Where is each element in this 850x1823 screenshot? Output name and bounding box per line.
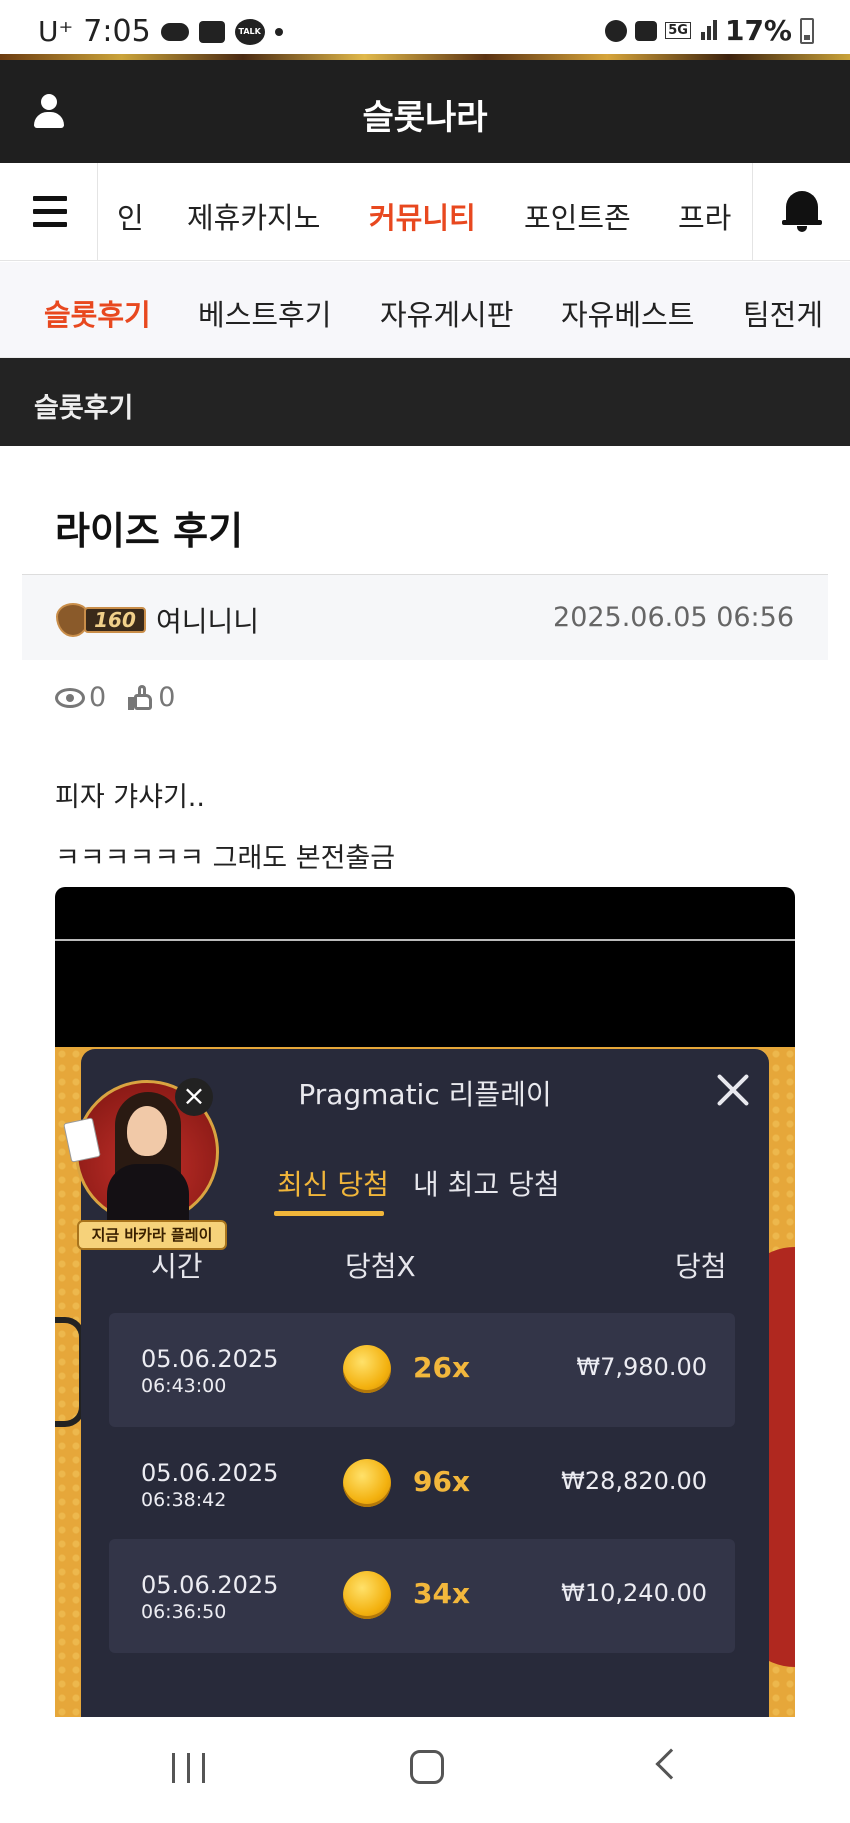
cloud-icon <box>160 22 189 41</box>
post-date: 2025.06.05 06:56 <box>553 602 794 633</box>
network-label: 5G <box>665 22 691 39</box>
row-amount: ₩7,980.00 <box>576 1353 707 1381</box>
promo-close-icon: × <box>175 1078 213 1116</box>
baccarat-promo: × 지금 바카라 플레이 <box>63 1078 227 1270</box>
home-icon[interactable] <box>410 1750 444 1784</box>
board-title-bar: 슬롯후기 <box>0 358 850 446</box>
sub-nav-team-board[interactable]: 팀전게 <box>743 292 823 334</box>
nav-item-community[interactable]: 커뮤니티 <box>369 195 476 237</box>
board-title: 슬롯후기 <box>34 393 134 424</box>
level-badge: 160 <box>56 603 148 637</box>
row-amount: ₩28,820.00 <box>561 1467 707 1495</box>
coin-icon <box>343 1459 391 1507</box>
recent-apps-icon[interactable] <box>172 1753 208 1783</box>
signal-icon <box>699 14 717 47</box>
column-win: 당첨 <box>675 1250 727 1283</box>
eye-icon <box>55 687 85 708</box>
notification-dot-icon <box>274 27 283 36</box>
main-nav-items: 인 제휴카지노 커뮤니티 포인트존 프라 <box>99 163 751 261</box>
alarm-icon <box>605 19 628 42</box>
carrier-label: U⁺ <box>38 15 74 48</box>
coin-icon <box>343 1345 391 1393</box>
close-icon <box>713 1069 753 1109</box>
row-date: 05.06.2025 <box>141 1345 279 1373</box>
hamburger-menu-button[interactable] <box>0 163 98 261</box>
nav-item-partner-casino[interactable]: 제휴카지노 <box>187 195 320 237</box>
coin-icon <box>343 1571 391 1619</box>
site-header: 슬롯나라 <box>0 60 850 163</box>
android-nav-bar <box>0 1717 850 1823</box>
sub-nav-best-review[interactable]: 베스트후기 <box>198 292 331 334</box>
post-title: 라이즈 후기 <box>55 509 244 553</box>
gallery-icon <box>198 20 225 43</box>
row-multiplier: 34x <box>413 1577 471 1610</box>
row-multiplier: 26x <box>413 1351 471 1384</box>
nav-item-point-zone[interactable]: 포인트존 <box>524 195 631 237</box>
kakaotalk-icon: TALK <box>234 18 265 45</box>
row-date: 05.06.2025 <box>141 1459 279 1487</box>
battery-icon <box>800 17 814 44</box>
tab-underline <box>274 1211 384 1216</box>
sub-nav: 슬롯후기 베스트후기 자유게시판 자유베스트 팀전게 <box>0 262 850 358</box>
nav-item-partial-right[interactable]: 프라 <box>678 195 731 237</box>
author-name[interactable]: 여니니니 <box>156 600 259 640</box>
main-nav: 인 제휴카지노 커뮤니티 포인트존 프라 <box>0 163 850 261</box>
post-meta: 160 여니니니 2025.06.05 06:56 <box>22 575 828 660</box>
site-title[interactable]: 슬롯나라 <box>0 90 850 139</box>
row-amount: ₩10,240.00 <box>561 1579 707 1607</box>
likes-stat[interactable]: 0 <box>128 682 175 713</box>
battery-label: 17% <box>724 14 792 47</box>
views-stat: 0 <box>55 682 106 713</box>
status-bar: U⁺ 7:05 TALK 5G 17% <box>0 0 850 60</box>
table-row: 05.06.2025 06:38:42 96x ₩28,820.00 <box>109 1427 735 1541</box>
sub-nav-free-board[interactable]: 자유게시판 <box>380 292 513 334</box>
tab-latest-wins: 최신 당첨 <box>277 1168 389 1201</box>
views-count: 0 <box>89 682 107 713</box>
image-top-line <box>55 939 795 941</box>
status-left: U⁺ 7:05 TALK <box>38 14 283 49</box>
status-right: 5G 17% <box>605 14 814 47</box>
row-time: 06:43:00 <box>141 1375 227 1397</box>
sub-nav-free-best[interactable]: 자유베스트 <box>561 292 694 334</box>
nav-item-partial-left[interactable]: 인 <box>117 195 144 237</box>
table-row: 05.06.2025 06:36:50 34x ₩10,240.00 <box>109 1539 735 1653</box>
tab-my-best-wins: 내 최고 당첨 <box>413 1168 560 1201</box>
promo-label: 지금 바카라 플레이 <box>77 1220 227 1250</box>
post-image[interactable]: Pragmatic 리플레이 최신 당첨 내 최고 당첨 시간 당첨X 당첨 0… <box>55 887 795 1717</box>
back-icon[interactable] <box>655 1748 687 1780</box>
post-stats: 0 0 <box>55 682 175 713</box>
row-date: 05.06.2025 <box>141 1571 279 1599</box>
row-time: 06:38:42 <box>141 1489 227 1511</box>
row-multiplier: 96x <box>413 1465 471 1498</box>
row-time: 06:36:50 <box>141 1601 227 1623</box>
thumbs-up-icon[interactable] <box>128 684 154 711</box>
post-body-line-2: ㅋㅋㅋㅋㅋㅋ 그래도 본전출금 <box>55 843 396 874</box>
bell-icon[interactable] <box>752 163 850 261</box>
likes-count: 0 <box>158 682 176 713</box>
clock: 7:05 <box>83 14 151 49</box>
level-number: 160 <box>84 607 146 633</box>
mute-icon <box>635 20 658 41</box>
column-multiplier: 당첨X <box>345 1250 416 1283</box>
post-body-line-1: 피자 갸샤기.. <box>55 782 205 813</box>
app-screen: U⁺ 7:05 TALK 5G 17% 슬롯나라 인 제휴카지노 커뮤니티 포인… <box>0 0 850 1823</box>
table-row: 05.06.2025 06:43:00 26x ₩7,980.00 <box>109 1313 735 1427</box>
sub-nav-slot-review[interactable]: 슬롯후기 <box>44 292 151 334</box>
